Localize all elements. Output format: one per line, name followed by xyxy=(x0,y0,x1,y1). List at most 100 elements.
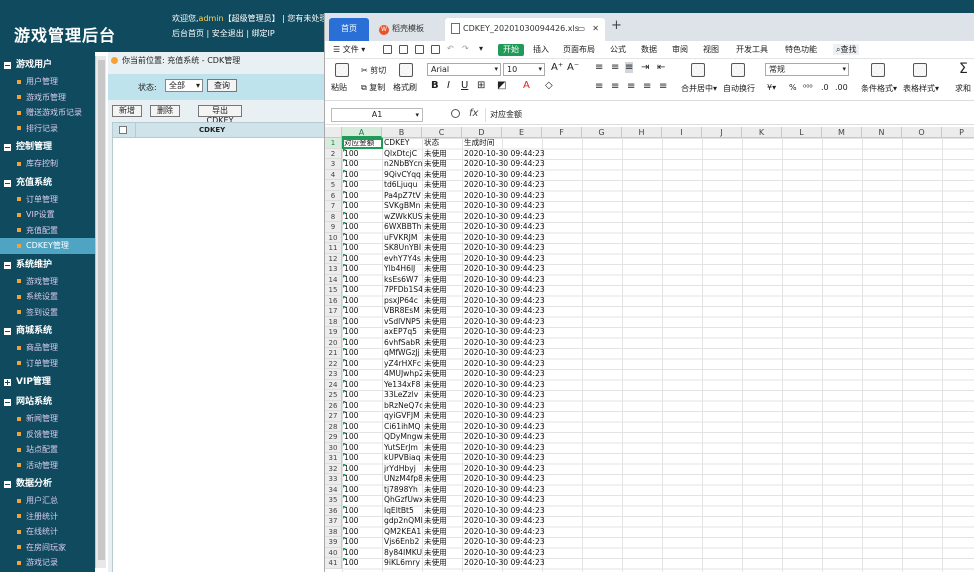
increase-font-icon[interactable]: A⁺ xyxy=(551,62,563,73)
wrap-text-icon[interactable] xyxy=(731,63,745,77)
merge-center-label[interactable]: 合并居中▾ xyxy=(681,83,717,94)
sidebar-item[interactable]: 充值配置 xyxy=(0,223,95,239)
increase-decimal-icon[interactable]: .0 xyxy=(821,83,829,92)
row-header[interactable]: 16 xyxy=(325,295,342,306)
row-header[interactable]: 36 xyxy=(325,505,342,516)
cell-cdkey[interactable]: 4MUJwhp2 xyxy=(382,369,422,380)
cell-created-time[interactable]: 2020-10-30 09:44:23 xyxy=(462,527,545,538)
cut-button[interactable]: ✂ 剪切 xyxy=(361,65,386,76)
cell-cdkey[interactable]: bRzNeQ7c xyxy=(382,401,422,412)
pin-icon[interactable]: ▭ xyxy=(577,18,585,40)
cell-created-time[interactable]: 2020-10-30 09:44:23 xyxy=(462,453,545,464)
column-header[interactable]: M xyxy=(822,127,862,138)
query-button[interactable]: 查询 xyxy=(207,79,237,92)
cell-cdkey[interactable]: vSdlVNP5 xyxy=(382,317,422,328)
link-bind-ip[interactable]: 绑定IP xyxy=(252,29,275,38)
cell-amount[interactable]: 100 xyxy=(342,400,382,412)
row-header[interactable]: 27 xyxy=(325,411,342,422)
cell-created-time[interactable]: 2020-10-30 09:44:23 xyxy=(462,422,545,433)
merge-center-icon[interactable] xyxy=(691,63,705,77)
cell-status[interactable]: 未使用 xyxy=(422,317,462,328)
cell-status[interactable]: 未使用 xyxy=(422,390,462,401)
sidebar-item[interactable]: 站点配置 xyxy=(0,442,95,458)
align-bottom-icon[interactable]: ≡ xyxy=(625,62,634,73)
cell-amount[interactable]: 100 xyxy=(342,453,382,464)
row-header[interactable]: 25 xyxy=(325,390,342,401)
cell-created-time[interactable]: 2020-10-30 09:44:23 xyxy=(462,159,545,170)
cell-amount[interactable]: 100 xyxy=(342,484,382,496)
cell-cdkey[interactable]: 33LeZzlv xyxy=(382,390,422,401)
cell-cdkey[interactable]: ksEs6W7 xyxy=(382,275,422,286)
sidebar-item[interactable]: 游戏记录 xyxy=(0,555,95,571)
column-header[interactable]: J xyxy=(702,127,742,138)
conditional-format-icon[interactable] xyxy=(871,63,885,77)
cell-cdkey[interactable]: Pa4pZ7tV xyxy=(382,191,422,202)
sidebar-item[interactable]: 游戏币管理 xyxy=(0,90,95,106)
row-header[interactable]: 21 xyxy=(325,348,342,359)
sidebar-section[interactable]: 数据分析 xyxy=(0,476,95,493)
cell-status[interactable]: 未使用 xyxy=(422,422,462,433)
row-header[interactable]: 38 xyxy=(325,526,342,537)
cell-created-time[interactable]: 2020-10-30 09:44:23 xyxy=(462,506,545,517)
row-header[interactable]: 41 xyxy=(325,558,342,569)
cell-amount[interactable]: 100 xyxy=(342,421,382,433)
cell-cdkey[interactable]: 9QivCYqq xyxy=(382,170,422,181)
menu-start[interactable]: 开始 xyxy=(498,44,524,56)
cell-created-time[interactable]: 2020-10-30 09:44:23 xyxy=(462,222,545,233)
column-header[interactable]: L xyxy=(782,127,822,138)
cell-status[interactable]: 未使用 xyxy=(422,296,462,307)
cell-amount[interactable]: 100 xyxy=(342,316,382,328)
sidebar-item[interactable]: 新闻管理 xyxy=(0,411,95,427)
sidebar-section[interactable]: 网站系统 xyxy=(0,394,95,411)
cell-created-time[interactable]: 2020-10-30 09:44:23 xyxy=(462,369,545,380)
print-icon[interactable] xyxy=(415,45,424,54)
cell-status[interactable]: 未使用 xyxy=(422,306,462,317)
sidebar-item[interactable]: CDKEY管理 xyxy=(0,238,95,254)
row-header[interactable]: 2 xyxy=(325,148,342,159)
cell-status[interactable]: 未使用 xyxy=(422,222,462,233)
cell-created-time[interactable]: 2020-10-30 09:44:23 xyxy=(462,495,545,506)
cell-cdkey[interactable]: td6Ljuqu xyxy=(382,180,422,191)
cell-amount[interactable]: 100 xyxy=(342,211,382,223)
cell-status[interactable]: 未使用 xyxy=(422,548,462,559)
column-header[interactable]: O xyxy=(902,127,942,138)
cell-created-time[interactable]: 2020-10-30 09:44:23 xyxy=(462,474,545,485)
italic-icon[interactable]: I xyxy=(447,80,450,91)
copy-button[interactable]: ⧉ 复制 xyxy=(361,82,385,93)
cell-amount[interactable]: 100 xyxy=(342,463,382,475)
link-logout[interactable]: 安全退出 xyxy=(212,29,244,38)
cell-status[interactable]: 未使用 xyxy=(422,275,462,286)
sidebar-item[interactable]: 用户汇总 xyxy=(0,493,95,509)
cell-created-time[interactable]: 2020-10-30 09:44:23 xyxy=(462,264,545,275)
row-header[interactable]: 40 xyxy=(325,547,342,558)
cell-cdkey[interactable]: lqEltBt5 xyxy=(382,506,422,517)
cell-created-time[interactable]: 2020-10-30 09:44:23 xyxy=(462,296,545,307)
cell-cdkey[interactable]: Ye134xF8 xyxy=(382,380,422,391)
row-header[interactable]: 33 xyxy=(325,474,342,485)
cell-amount[interactable]: 100 xyxy=(342,348,382,359)
sidebar-section[interactable]: 充值系统 xyxy=(0,175,95,192)
cell-created-time[interactable]: 2020-10-30 09:44:23 xyxy=(462,411,545,422)
cell-created-time[interactable]: 生成时间 xyxy=(462,138,542,149)
cell-amount[interactable]: 100 xyxy=(342,358,382,370)
font-family-select[interactable]: Arial xyxy=(427,63,501,76)
cell-created-time[interactable]: 2020-10-30 09:44:23 xyxy=(462,359,545,370)
row-header[interactable]: 23 xyxy=(325,369,342,380)
row-header[interactable]: 17 xyxy=(325,306,342,317)
cell-created-time[interactable]: 2020-10-30 09:44:23 xyxy=(462,380,545,391)
cell-status[interactable]: 未使用 xyxy=(422,401,462,412)
cell-status[interactable]: 未使用 xyxy=(422,380,462,391)
cell-amount[interactable]: 100 xyxy=(342,190,382,202)
format-painter-label[interactable]: 格式刷 xyxy=(393,82,417,93)
sidebar-section[interactable]: 系统维护 xyxy=(0,257,95,274)
cell-status[interactable]: 未使用 xyxy=(422,485,462,496)
cell-created-time[interactable]: 2020-10-30 09:44:23 xyxy=(462,243,545,254)
cell-cdkey[interactable]: QlxDtcjC xyxy=(382,149,422,160)
cell-created-time[interactable]: 2020-10-30 09:44:23 xyxy=(462,537,545,548)
row-header[interactable]: 30 xyxy=(325,442,342,453)
justify-icon[interactable]: ≡ xyxy=(643,81,651,92)
cell-status[interactable]: 未使用 xyxy=(422,348,462,359)
cell-cdkey[interactable]: Vjs6Enb2 xyxy=(382,537,422,548)
sidebar-item[interactable]: 订单管理 xyxy=(0,192,95,208)
cell-created-time[interactable]: 2020-10-30 09:44:23 xyxy=(462,233,545,244)
